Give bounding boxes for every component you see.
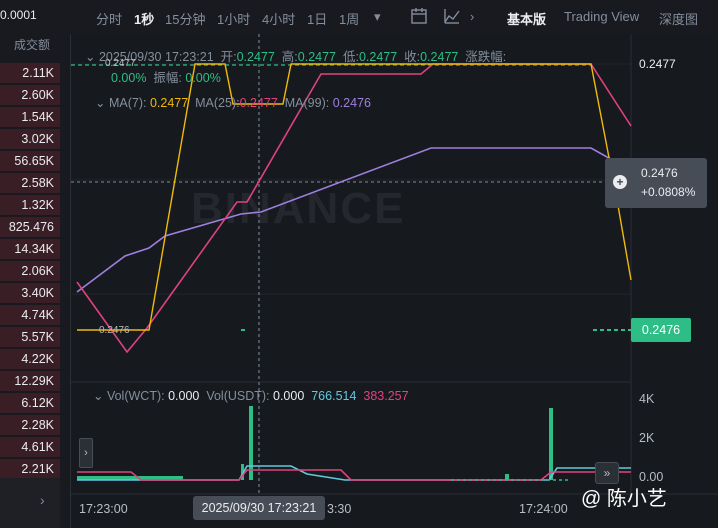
interval-1h[interactable]: 1小时 [217, 9, 250, 28]
orderbook-row[interactable]: 3.02K [0, 129, 60, 149]
interval-1d[interactable]: 1日 [307, 9, 327, 28]
chevron-down-icon[interactable]: ▾ [374, 9, 381, 25]
legend-amplitude: 0.00% [185, 71, 221, 85]
collapse-chevron-icon[interactable]: ⌄ [85, 50, 99, 64]
orderbook-footer [0, 478, 60, 528]
crosshair-change: +0.0808% [641, 185, 696, 199]
orderbook-row[interactable]: 2.21K [0, 459, 60, 479]
volume-legend: ⌄ Vol(WCT): 0.000 Vol(USDT): 0.000 766.5… [93, 389, 409, 403]
orderbook-row[interactable]: 6.12K [0, 393, 60, 413]
indicator-icon[interactable] [443, 7, 461, 25]
orderbook-row[interactable]: 2.28K [0, 415, 60, 435]
interval-15m[interactable]: 15分钟 [165, 9, 205, 28]
last-price-badge: 0.2476 [631, 318, 691, 342]
chart-toolbar: 分时 1秒 15分钟 1小时 4小时 1日 1周 ▾ › 基本版 Trading… [70, 0, 718, 34]
view-tradingview[interactable]: Trading View [564, 9, 639, 24]
vol-axis-2k: 2K [639, 431, 655, 445]
legend-close: 0.2477 [420, 50, 459, 64]
orderbook-row[interactable]: 56.65K [0, 151, 60, 171]
vol-ma1: 766.514 [311, 389, 357, 403]
expand-chevron-icon[interactable]: › [79, 438, 93, 468]
view-basic[interactable]: 基本版 [507, 9, 546, 28]
scroll-to-latest-icon[interactable]: » [595, 462, 619, 484]
chevron-right-icon[interactable]: › [470, 9, 474, 24]
ma-legend: ⌄ MA(7): 0.2477 MA(25):0.2477 MA(99): 0.… [95, 96, 371, 110]
orderbook-row[interactable]: 4.61K [0, 437, 60, 457]
legend-open: 0.2477 [236, 50, 275, 64]
orderbook-row[interactable]: 1.54K [0, 107, 60, 127]
mini-high-label: 0.2477 [105, 58, 136, 69]
x-label-2: 3:30 [327, 502, 352, 516]
author-badge: @ 陈小艺 [581, 488, 667, 510]
legend-ma7: 0.2477 [149, 96, 189, 110]
legend-ma25: 0.2477 [239, 96, 278, 110]
interval-timeline[interactable]: 分时 [96, 9, 122, 28]
vol-wct: 0.000 [168, 389, 200, 403]
orderbook-row[interactable]: 2.11K [0, 63, 60, 83]
orderbook-row[interactable]: 825.476 [0, 217, 60, 237]
orderbook-row[interactable]: 14.34K [0, 239, 60, 259]
orderbook-top-value: 0.0001 [0, 8, 37, 22]
crosshair-time-tooltip: 2025/09/30 17:23:21 [193, 496, 325, 520]
legend-low: 0.2477 [358, 50, 398, 64]
ma99-line [76, 147, 632, 293]
interval-1s[interactable]: 1秒 [134, 9, 154, 28]
interval-1w[interactable]: 1周 [339, 9, 359, 28]
x-label-3: 17:24:00 [519, 502, 568, 516]
plus-icon[interactable]: + [613, 175, 627, 189]
collapse-chevron-icon[interactable]: ⌄ [95, 96, 109, 110]
chevron-right-icon[interactable]: › [40, 492, 45, 508]
mini-low-label: 0.2476 [99, 325, 130, 336]
orderbook-panel: 0.0001 成交额 2.11K 2.60K 1.54K 3.02K 56.65K 2.5… [0, 0, 70, 528]
vol-axis-4k: 4K [639, 392, 655, 406]
legend-ma99: 0.2476 [332, 96, 371, 110]
crosshair-price: 0.2476 [641, 166, 678, 180]
legend-change: 0.00% [111, 71, 147, 85]
orderbook-row[interactable]: 1.32K [0, 195, 60, 215]
collapse-chevron-icon[interactable]: ⌄ [93, 389, 107, 403]
orderbook-row[interactable]: 2.58K [0, 173, 60, 193]
chart-area[interactable]: BINANCE ⌄ 2025/09/30 17:23:21 开:0.2477 高… [70, 34, 718, 528]
orderbook-row[interactable]: 12.29K [0, 371, 60, 391]
vol-ma2: 383.257 [363, 389, 409, 403]
crosshair-price-box: + 0.2476 +0.0808% [605, 158, 707, 208]
interval-4h[interactable]: 4小时 [262, 9, 295, 28]
volume-bars [77, 406, 553, 480]
orderbook-row[interactable]: 5.57K [0, 327, 60, 347]
price-axis-top: 0.2477 [639, 57, 676, 71]
orderbook-header: 成交额 [14, 38, 51, 52]
x-label-1: 17:23:00 [79, 502, 128, 516]
ohlc-legend: ⌄ 2025/09/30 17:23:21 开:0.2477 高:0.2477 … [85, 50, 507, 64]
orderbook-row[interactable]: 4.74K [0, 305, 60, 325]
orderbook-row[interactable]: 2.06K [0, 261, 60, 281]
orderbook-row[interactable]: 2.60K [0, 85, 60, 105]
legend-high: 0.2477 [297, 50, 336, 64]
change-legend: 0.00% 振幅: 0.00% [111, 71, 221, 85]
vol-usdt: 0.000 [273, 389, 305, 403]
orderbook-row[interactable]: 3.40K [0, 283, 60, 303]
orderbook-row[interactable]: 4.22K [0, 349, 60, 369]
calendar-icon[interactable] [410, 7, 428, 25]
view-depth[interactable]: 深度图 [659, 9, 698, 28]
